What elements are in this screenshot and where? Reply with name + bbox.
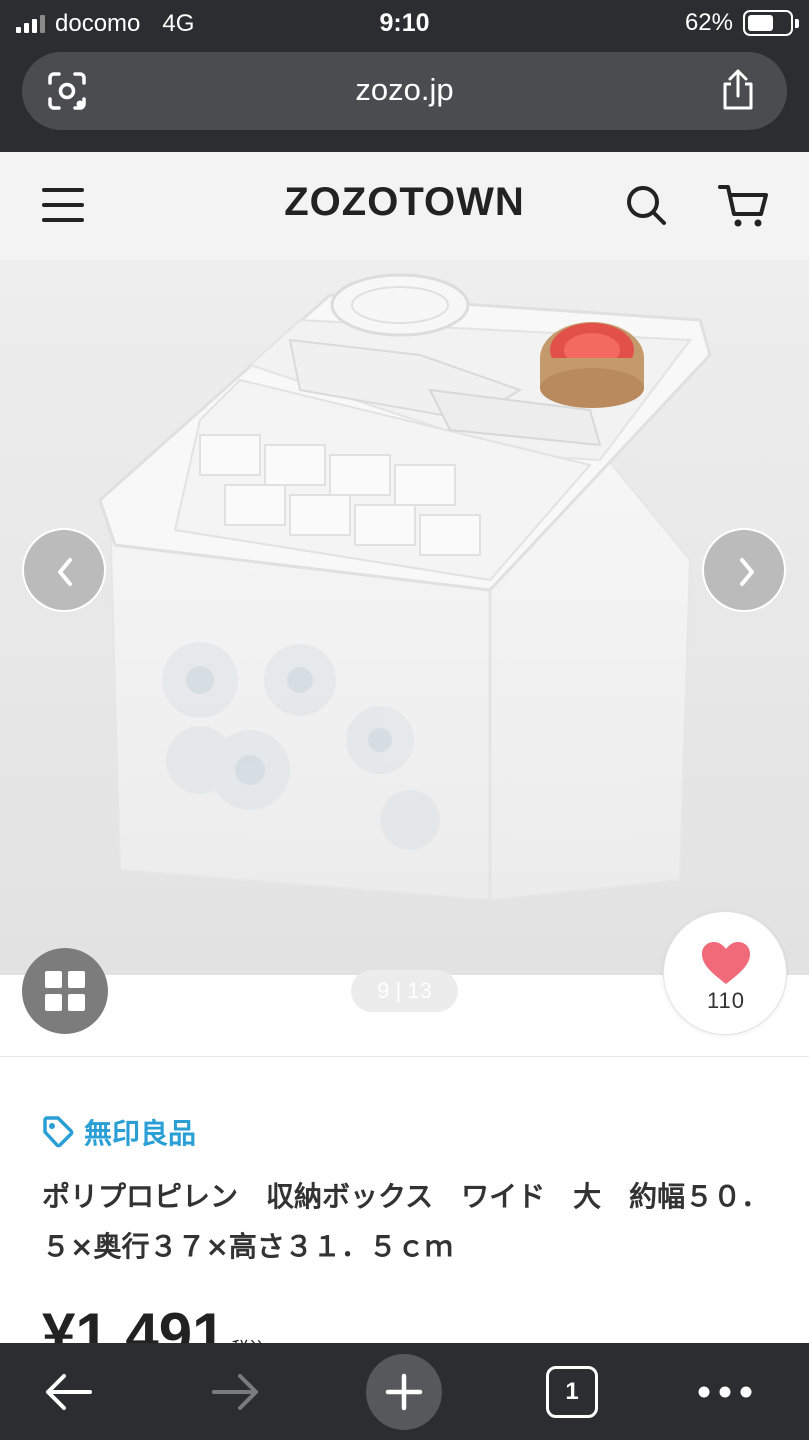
chevron-left-icon — [58, 558, 72, 586]
next-image-button[interactable] — [702, 528, 786, 612]
product-gallery[interactable] — [0, 260, 809, 975]
heart-icon — [702, 942, 750, 984]
favorite-button[interactable]: 110 — [663, 911, 787, 1035]
site-header: ZOZOTOWN — [0, 152, 809, 260]
url-text[interactable]: zozo.jp — [22, 72, 787, 108]
status-bar: docomo 4G 9:10 62% — [0, 0, 809, 48]
tab-count[interactable]: 1 — [546, 1365, 598, 1418]
chevron-right-icon — [740, 558, 754, 586]
tag-icon — [43, 1116, 74, 1148]
grid-icon — [45, 971, 85, 1011]
battery-icon — [743, 10, 799, 36]
search-icon[interactable] — [624, 183, 668, 227]
product-price: ¥1,491税込 — [42, 1300, 268, 1344]
new-tab-button[interactable] — [366, 1343, 442, 1440]
status-right: 62% — [684, 9, 799, 37]
image-counter: 9 | 13 — [351, 970, 458, 1012]
favorite-count: 110 — [706, 988, 746, 1013]
more-icon — [698, 1386, 752, 1397]
brand-link[interactable]: 無印良品 — [42, 1112, 196, 1152]
back-button[interactable] — [30, 1343, 106, 1440]
product-image — [0, 260, 809, 975]
forward-arrow-icon — [212, 1373, 258, 1410]
share-icon[interactable] — [719, 68, 757, 112]
battery-percent: 62% — [684, 9, 733, 36]
back-arrow-icon — [46, 1373, 92, 1410]
cart-icon[interactable] — [718, 182, 770, 230]
price-value: ¥1,491 — [42, 1301, 226, 1344]
browser-bottom-toolbar: 1 — [0, 1343, 809, 1440]
more-menu-button[interactable] — [690, 1343, 760, 1440]
site-logo[interactable]: ZOZOTOWN — [0, 180, 809, 225]
forward-button[interactable] — [198, 1343, 274, 1440]
tab-switcher-button[interactable]: 1 — [540, 1343, 604, 1440]
prev-image-button[interactable] — [22, 528, 106, 612]
grid-view-button[interactable] — [22, 948, 108, 1034]
browser-top-chrome: docomo 4G 9:10 62% zozo.jp — [0, 0, 809, 152]
plus-icon — [385, 1373, 423, 1410]
address-bar[interactable]: zozo.jp — [22, 52, 787, 130]
product-title: ポリプロピレン 収納ボックス ワイド 大 約幅５０．５×奥行３７×高さ３１．５ｃ… — [42, 1180, 770, 1263]
brand-name[interactable]: 無印良品 — [84, 1112, 196, 1152]
